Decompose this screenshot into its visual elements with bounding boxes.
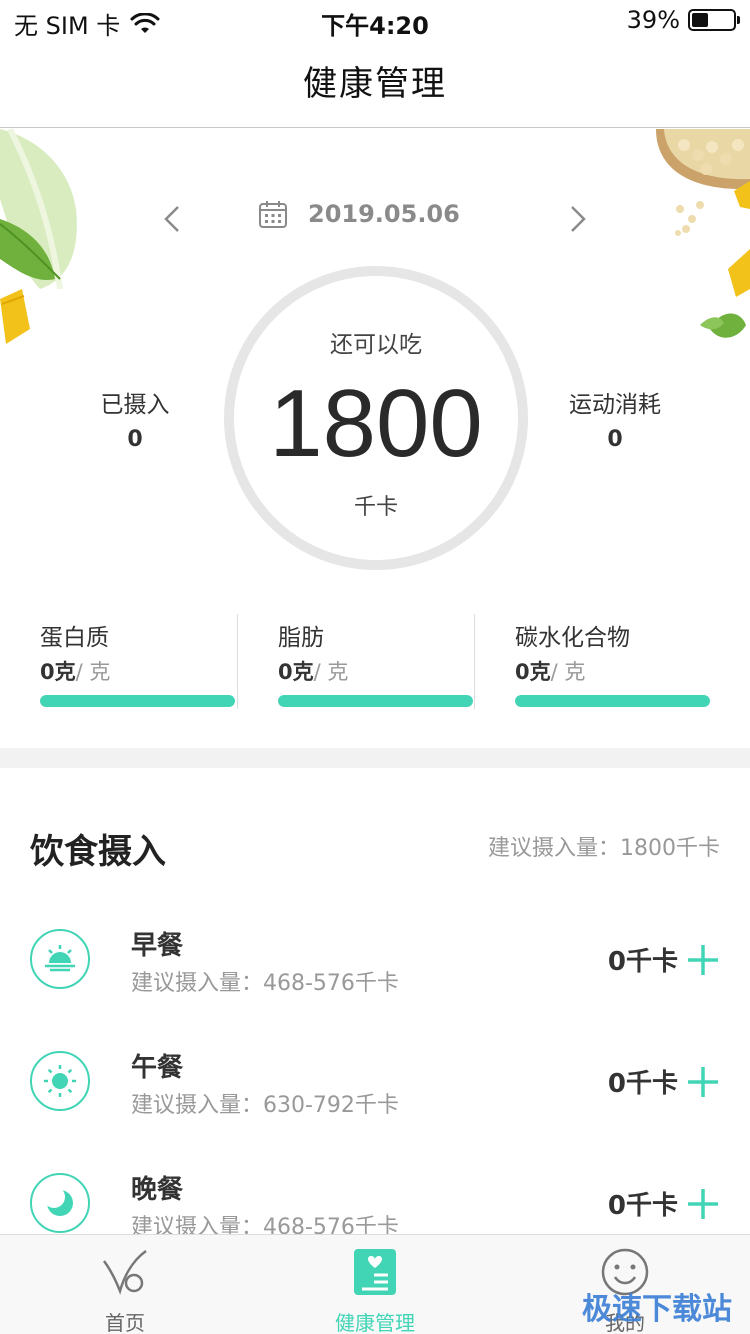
prev-date-button[interactable] [158, 201, 188, 237]
tab-home[interactable]: 首页 [0, 1235, 250, 1334]
tab-label: 首页 [105, 1311, 145, 1334]
page-title: 健康管理 [303, 64, 447, 104]
status-right: 39% [626, 6, 740, 34]
nutrient-fat: 脂肪 0克/ 克 [237, 614, 474, 709]
nutrient-progress-bar [515, 695, 710, 707]
meal-kcal: 0千卡 [607, 1191, 678, 1221]
battery-percent: 39% [626, 6, 680, 34]
home-logo-icon [102, 1249, 147, 1295]
date-display[interactable]: 2019.05.06 [258, 199, 460, 229]
nutrient-progress-bar [40, 695, 235, 707]
nutrient-name: 蛋白质 [40, 625, 109, 651]
calorie-summary: 2019.05.06 还可以吃 1800 千卡 已摄入 0 运动消耗 0 蛋白质… [0, 129, 750, 749]
sunrise-icon [30, 929, 90, 989]
intake-stat: 已摄入 0 [50, 385, 220, 452]
nutrient-amount: 0克 [515, 660, 551, 684]
nutrient-name: 碳水化合物 [515, 625, 630, 651]
nutrient-amount: 0克 [278, 660, 314, 684]
health-icon [354, 1249, 396, 1295]
burn-value: 0 [607, 427, 623, 452]
date-selector: 2019.05.06 [0, 199, 750, 239]
next-date-button[interactable] [562, 201, 592, 237]
battery-fill [692, 13, 708, 27]
tab-label: 健康管理 [335, 1311, 415, 1334]
burn-label: 运动消耗 [569, 392, 661, 418]
nutrient-value: 0克/ 克 [278, 656, 348, 686]
meal-kcal: 0千卡 [607, 947, 678, 977]
nutrient-unit: / 克 [75, 660, 111, 684]
intake-label: 已摄入 [100, 392, 170, 418]
diet-header: 饮食摄入 建议摄入量：1800千卡 [30, 824, 720, 872]
remaining-unit: 千卡 [353, 495, 398, 520]
burn-stat: 运动消耗 0 [530, 385, 700, 452]
moon-icon [30, 1173, 90, 1233]
nutrient-name: 脂肪 [278, 625, 324, 651]
meal-kcal: 0千卡 [607, 1069, 678, 1099]
meal-lunch[interactable]: 午餐 建议摄入量：630-792千卡 0千卡 [0, 1031, 750, 1131]
remaining-value: 1800 [269, 370, 483, 477]
nutrient-progress-fill [278, 695, 473, 707]
meal-breakfast[interactable]: 早餐 建议摄入量：468-576千卡 0千卡 [0, 909, 750, 1009]
add-icon[interactable] [686, 943, 720, 977]
nutrient-value: 0克/ 克 [40, 656, 110, 686]
status-bar: 无 SIM 卡 下午4:20 39% [0, 0, 750, 40]
nutrient-progress-fill [515, 695, 710, 707]
remaining-label: 还可以吃 [330, 332, 422, 358]
nutrient-list: 蛋白质 0克/ 克 脂肪 0克/ 克 碳水化合物 0克/ 克 [0, 614, 750, 714]
meal-name: 午餐 [131, 1053, 184, 1083]
intake-value: 0 [127, 427, 143, 452]
nutrient-progress-fill [40, 695, 235, 707]
meal-range: 建议摄入量：468-576千卡 [131, 971, 399, 996]
section-divider [0, 748, 750, 768]
meal-name: 晚餐 [131, 1175, 184, 1205]
bean-decoration-right [656, 129, 750, 338]
nutrient-unit: / 克 [550, 660, 586, 684]
watermark-text: 极速下载站 [582, 1292, 732, 1327]
meal-range: 建议摄入量：630-792千卡 [131, 1093, 399, 1118]
meal-name: 早餐 [131, 931, 184, 961]
diet-suggest: 建议摄入量：1800千卡 [488, 836, 720, 861]
add-icon[interactable] [686, 1187, 720, 1221]
tab-health[interactable]: 健康管理 [250, 1235, 500, 1334]
battery-icon [688, 9, 740, 31]
chevron-left-icon [164, 206, 179, 232]
nav-bar: 健康管理 [0, 40, 750, 128]
sun-icon [30, 1051, 90, 1111]
nutrient-progress-bar [278, 695, 473, 707]
chevron-right-icon [571, 206, 586, 232]
nutrient-unit: / 克 [313, 660, 349, 684]
nutrient-amount: 0克 [40, 660, 76, 684]
nutrient-value: 0克/ 克 [515, 656, 585, 686]
nutrient-carbs: 碳水化合物 0克/ 克 [474, 614, 711, 709]
date-text: 2019.05.06 [308, 200, 460, 228]
add-icon[interactable] [686, 1065, 720, 1099]
vegetable-decoration-left [0, 129, 77, 344]
calendar-icon [259, 201, 287, 228]
nutrient-protein: 蛋白质 0克/ 克 [0, 614, 237, 709]
